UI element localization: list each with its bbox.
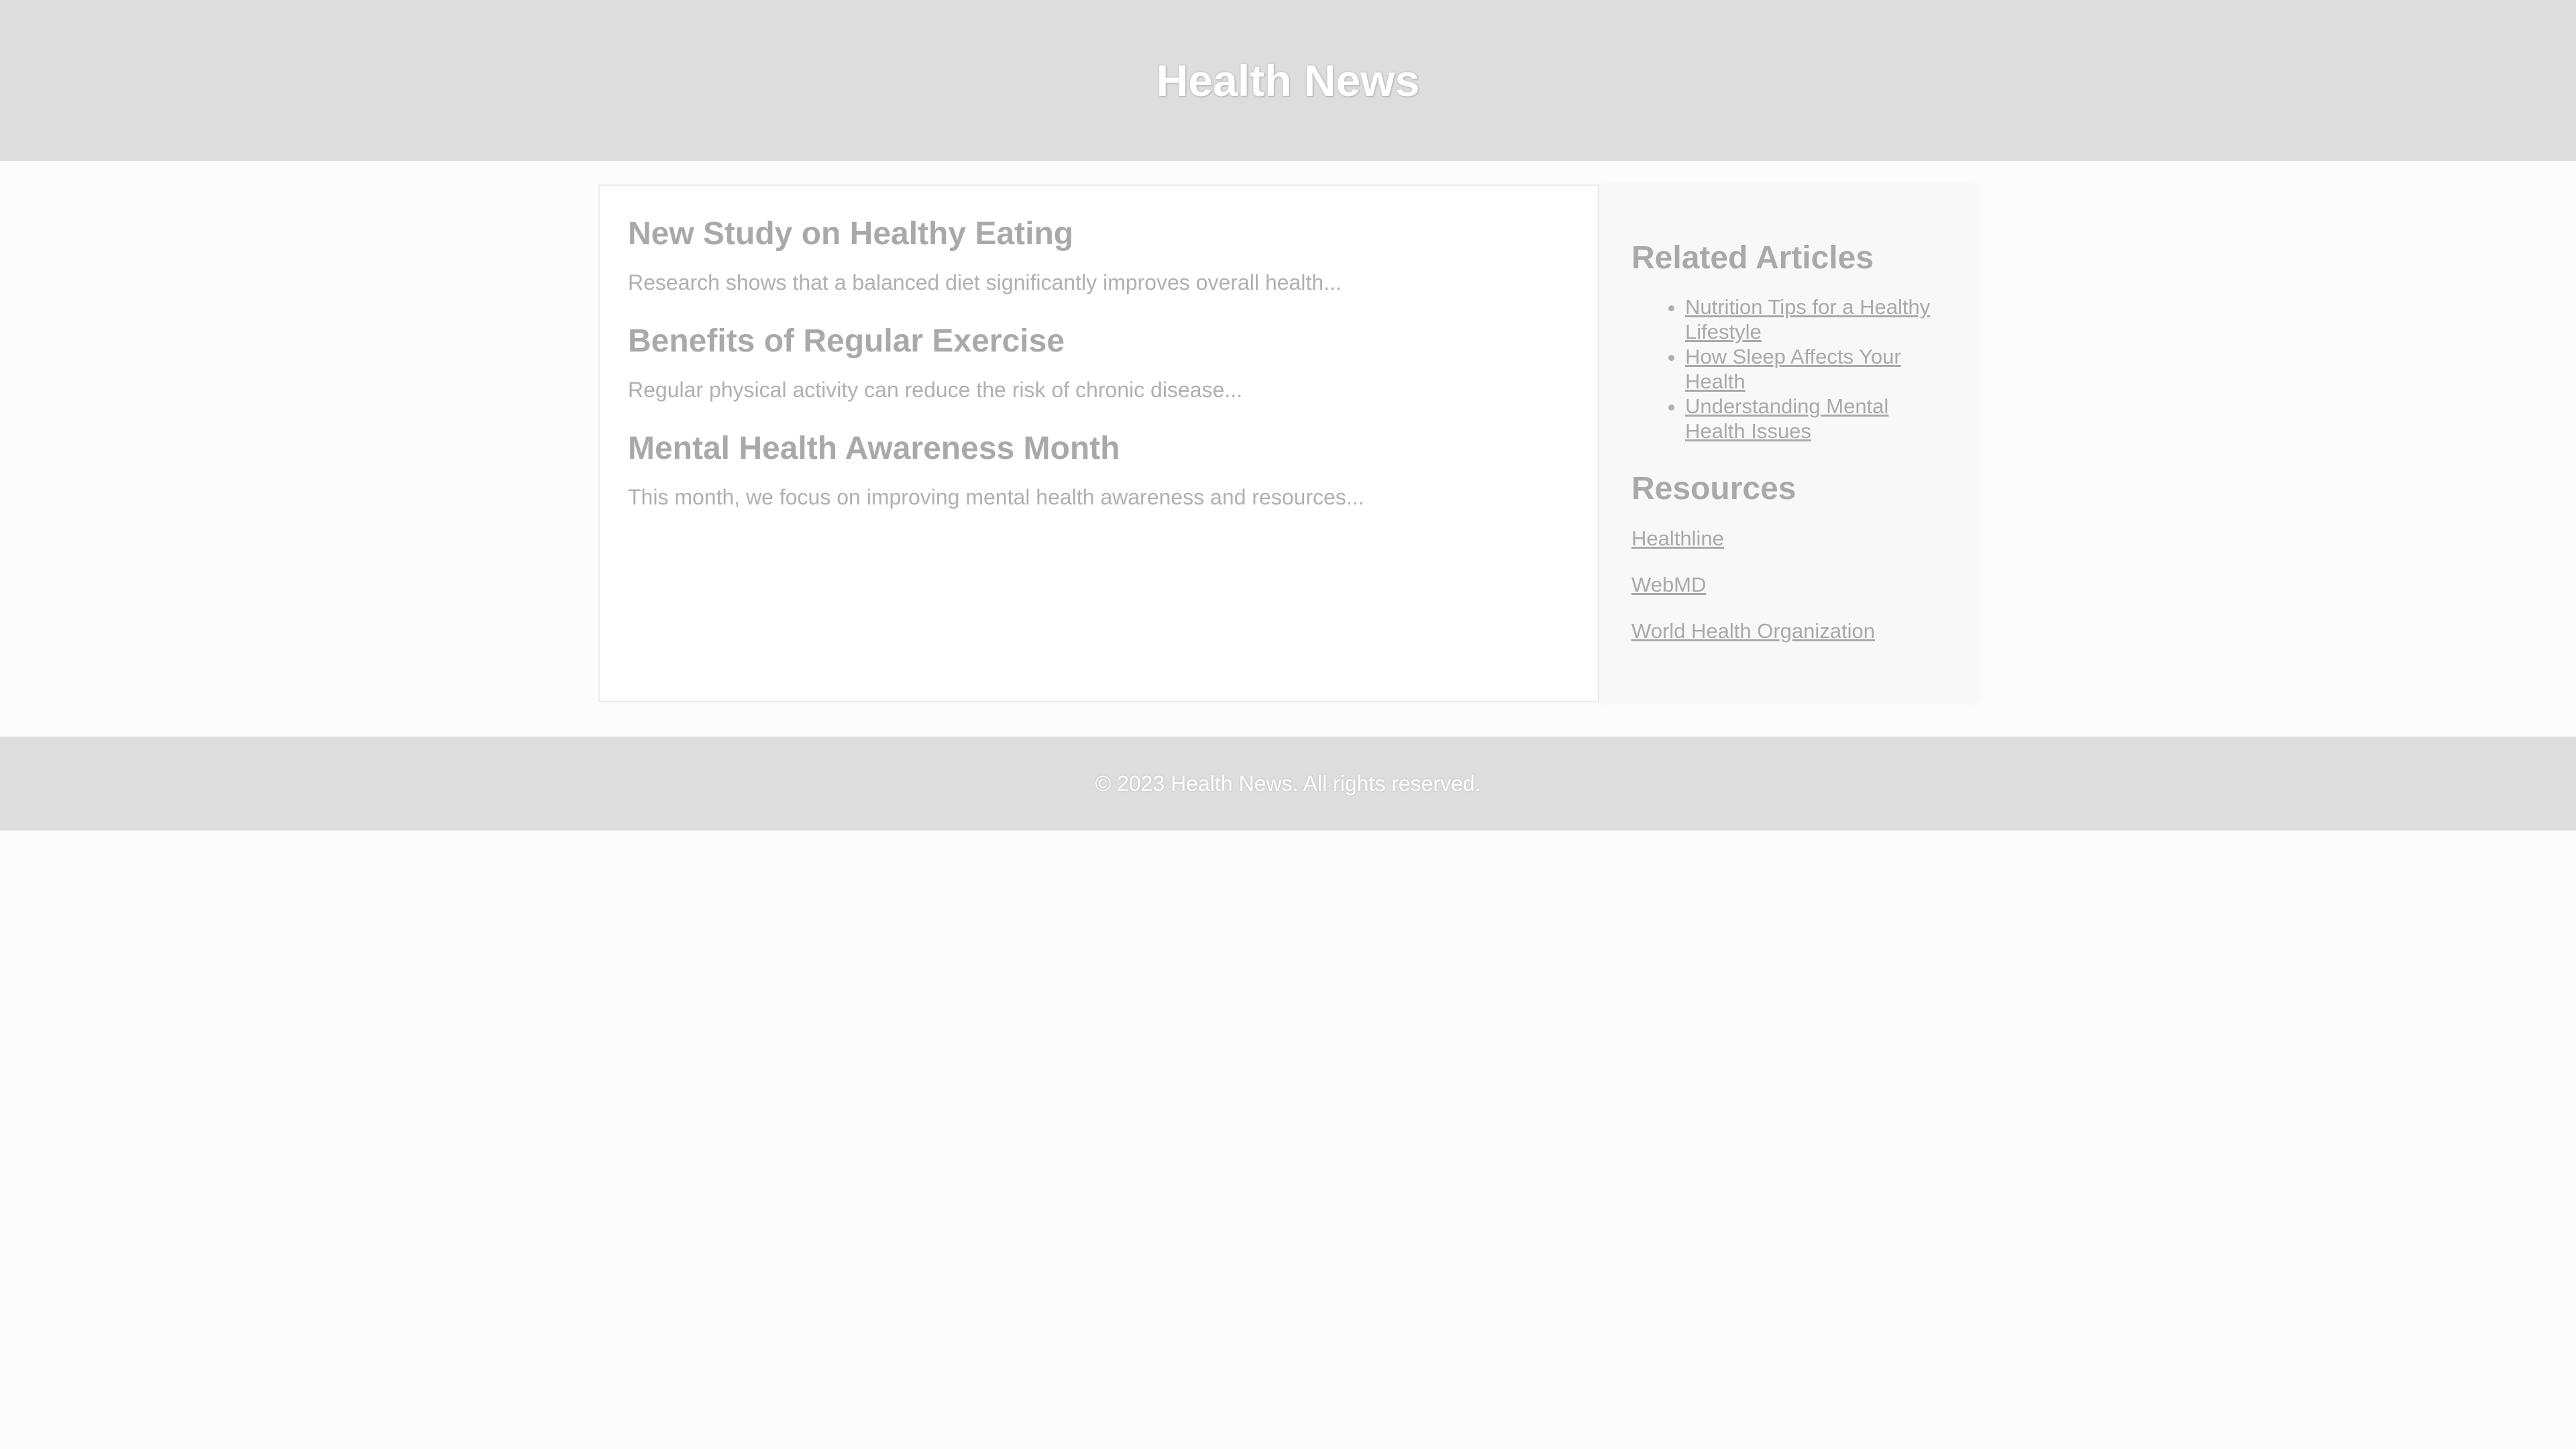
resources-section: Resources Healthline WebMD World Health … [1631, 469, 1945, 645]
article-summary: Regular physical activity can reduce the… [628, 378, 1242, 402]
resource-link-webmd[interactable]: WebMD [1631, 572, 1945, 598]
article-summary: Research shows that a balanced diet sign… [628, 270, 1342, 294]
resources-heading: Resources [1631, 471, 1796, 506]
article-title: New Study on Healthy Eating [628, 216, 1074, 252]
sidebar: Related Articles Nutrition Tips for a He… [1599, 184, 1978, 702]
article-item: Benefits of Regular Exercise Regular phy… [628, 321, 1570, 403]
site-title: Health News [1156, 56, 1420, 105]
related-article-link-nutrition[interactable]: Nutrition Tips for a Healthy Lifestyle [1685, 295, 1930, 343]
related-article-link-sleep[interactable]: How Sleep Affects Your Health [1685, 345, 1901, 393]
site-footer: © 2023 Health News. All rights reserved. [0, 737, 2576, 830]
article-item: Mental Health Awareness Month This month… [628, 429, 1570, 511]
article-title: Benefits of Regular Exercise [628, 323, 1065, 359]
main-content: New Study on Healthy Eating Research sho… [598, 184, 1599, 702]
resource-link-healthline[interactable]: Healthline [1631, 525, 1945, 552]
content-container: New Study on Healthy Eating Research sho… [0, 161, 2576, 737]
article-summary: This month, we focus on improving mental… [628, 485, 1364, 509]
article-item: New Study on Healthy Eating Research sho… [628, 214, 1570, 296]
related-article-link-mental-health[interactable]: Understanding Mental Health Issues [1685, 394, 1888, 443]
resource-link-who[interactable]: World Health Organization [1631, 618, 1945, 645]
related-articles-list: Nutrition Tips for a Healthy Lifestyle H… [1631, 294, 1945, 443]
article-title: Mental Health Awareness Month [628, 431, 1120, 466]
related-article-item: How Sleep Affects Your Health [1685, 344, 1945, 394]
copyright-text: © 2023 Health News. All rights reserved. [1095, 771, 1481, 796]
related-article-item: Nutrition Tips for a Healthy Lifestyle [1685, 294, 1945, 344]
site-header: Health News [0, 0, 2576, 161]
related-article-item: Understanding Mental Health Issues [1685, 394, 1945, 443]
related-articles-heading: Related Articles [1631, 240, 1874, 276]
